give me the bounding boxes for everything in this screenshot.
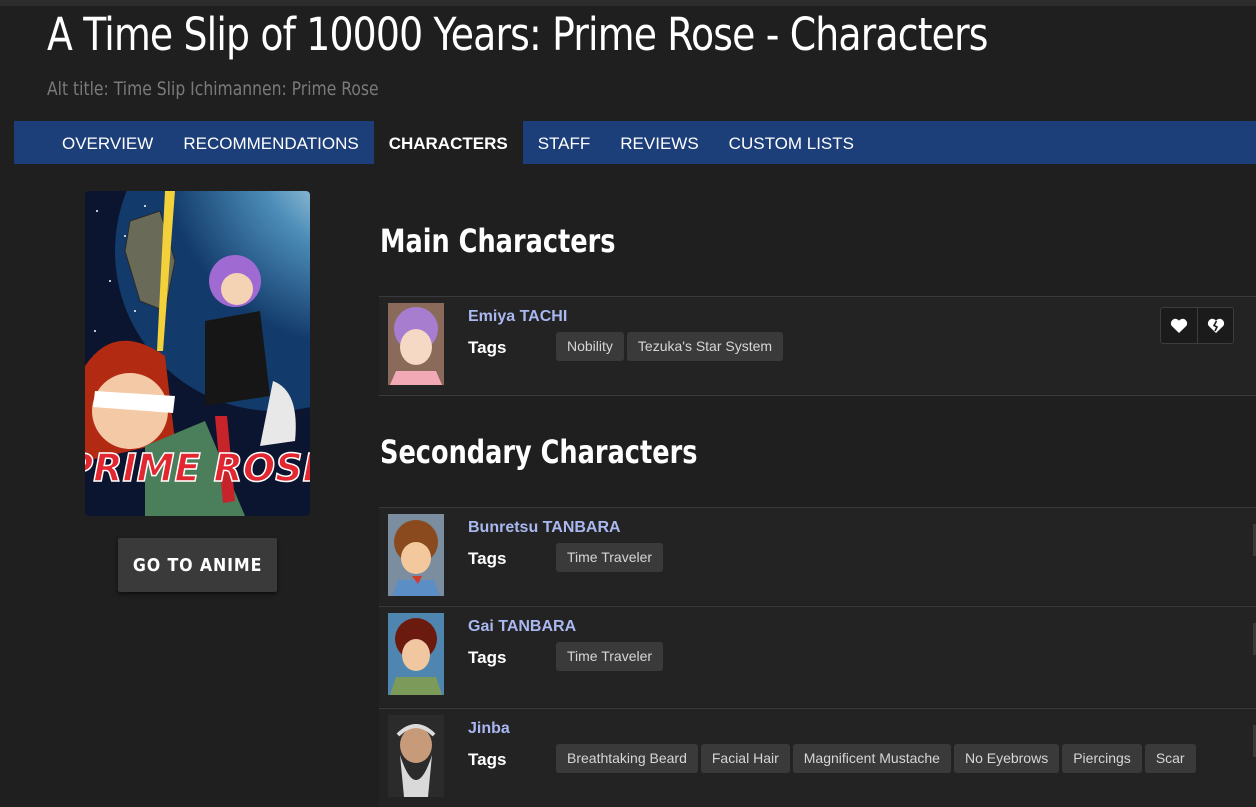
go-to-anime-button[interactable]: GO TO ANIME [118, 538, 277, 592]
tag-list: Nobility Tezuka's Star System [556, 332, 784, 361]
character-name-link[interactable]: Emiya TACHI [468, 308, 567, 326]
cover-logo-text: PRIME ROSE [85, 446, 310, 490]
character-row: Emiya TACHI Tags Nobility Tezuka's Star … [379, 296, 1256, 396]
nav-tabs: OVERVIEW RECOMMENDATIONS CHARACTERS STAF… [14, 121, 1256, 164]
secondary-characters-heading: Secondary Characters [380, 433, 698, 471]
tags-label: Tags [468, 549, 507, 568]
tab-characters[interactable]: CHARACTERS [373, 121, 523, 164]
favorite-button[interactable] [1161, 308, 1197, 343]
tab-reviews[interactable]: REVIEWS [605, 121, 713, 164]
character-name-link[interactable]: Gai TANBARA [468, 618, 576, 636]
tag-list: Breathtaking Beard Facial Hair Magnifice… [556, 744, 1196, 773]
character-row: Gai TANBARA Tags Time Traveler [379, 606, 1256, 707]
tag[interactable]: Time Traveler [556, 543, 664, 572]
character-avatar[interactable] [388, 613, 444, 695]
cover-image: PRIME ROSE [85, 191, 310, 516]
tag[interactable]: Piercings [1062, 744, 1142, 773]
tab-overview[interactable]: OVERVIEW [47, 121, 168, 164]
tag-list: Time Traveler [556, 642, 664, 671]
broken-heart-icon [1207, 318, 1224, 333]
tab-recommendations[interactable]: RECOMMENDATIONS [168, 121, 373, 164]
tag[interactable]: Tezuka's Star System [626, 332, 784, 361]
character-name-link[interactable]: Jinba [468, 720, 510, 738]
character-avatar[interactable] [388, 303, 444, 385]
tag[interactable]: Nobility [556, 332, 624, 361]
tags-label: Tags [468, 750, 507, 769]
tags-label: Tags [468, 648, 507, 667]
character-row: Bunretsu TANBARA Tags Time Traveler [379, 507, 1256, 605]
page-title: A Time Slip of 10000 Years: Prime Rose -… [47, 8, 988, 61]
alt-title: Alt title: Time Slip Ichimannen: Prime R… [47, 78, 379, 100]
tag[interactable]: Facial Hair [700, 744, 790, 773]
top-border [0, 0, 1256, 6]
character-name-link[interactable]: Bunretsu TANBARA [468, 519, 621, 537]
character-avatar[interactable] [388, 514, 444, 596]
tag-list: Time Traveler [556, 543, 664, 572]
tag[interactable]: Time Traveler [556, 642, 664, 671]
tag[interactable]: Magnificent Mustache [792, 744, 951, 773]
tab-custom-lists[interactable]: CUSTOM LISTS [714, 121, 869, 164]
main-characters-heading: Main Characters [380, 222, 616, 260]
tags-label: Tags [468, 338, 507, 357]
tag[interactable]: Scar [1144, 744, 1196, 773]
tag[interactable]: Breathtaking Beard [556, 744, 698, 773]
go-to-anime-label: GO TO ANIME [132, 555, 263, 576]
tab-staff[interactable]: STAFF [523, 121, 606, 164]
character-avatar[interactable] [388, 715, 444, 797]
heart-icon [1170, 318, 1188, 333]
character-row: Jinba Tags Breathtaking Beard Facial Hai… [379, 708, 1256, 807]
unfavorite-button[interactable] [1197, 308, 1233, 343]
tag[interactable]: No Eyebrows [953, 744, 1060, 773]
favorite-controls [1160, 307, 1234, 344]
